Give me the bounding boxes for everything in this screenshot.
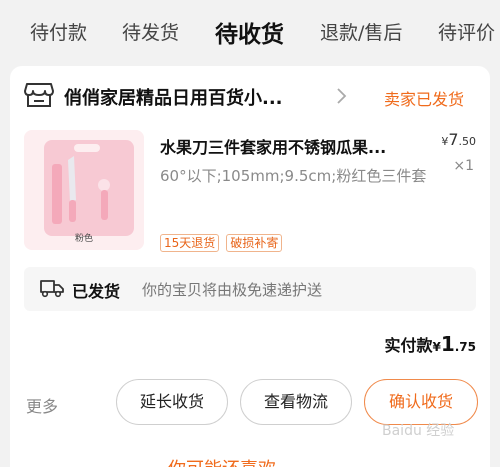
order-tabs: 待付款 待发货 待收货 退款/售后 待评价 xyxy=(0,0,500,66)
price-decimal: .50 xyxy=(458,135,477,148)
shop-icon xyxy=(24,83,54,107)
confirm-receipt-button[interactable]: 确认收货 xyxy=(364,379,478,425)
extend-receipt-button[interactable]: 延长收货 xyxy=(116,379,228,425)
tab-pending-payment[interactable]: 待付款 xyxy=(30,18,87,45)
service-tags: 15天退货 破损补寄 xyxy=(160,232,284,252)
tab-pending-shipment[interactable]: 待发货 xyxy=(122,18,179,45)
product-title[interactable]: 水果刀三件套家用不锈钢瓜果... xyxy=(160,134,386,158)
chevron-right-icon xyxy=(337,88,347,104)
tag-damage-resend: 破损补寄 xyxy=(226,234,283,252)
logistics-description: 你的宝贝将由极免速递护送 xyxy=(142,281,323,299)
product-thumbnail[interactable]: 粉色 xyxy=(24,130,144,250)
paid-amount: 实付款¥1.75 xyxy=(384,332,476,356)
shop-name[interactable]: 俏俏家居精品日用百货小... xyxy=(64,84,283,110)
logistics-bar[interactable]: 已发货 你的宝贝将由极免速递护送 xyxy=(24,267,476,311)
paid-currency: ¥ xyxy=(432,340,441,354)
tab-pending-receipt[interactable]: 待收货 xyxy=(215,15,284,49)
more-button[interactable]: 更多 xyxy=(26,393,58,417)
product-price: ¥7.50 xyxy=(441,130,476,149)
truck-icon xyxy=(40,280,64,298)
tab-pending-review[interactable]: 待评价 xyxy=(438,18,495,45)
shop-row[interactable]: 俏俏家居精品日用百货小... 卖家已发货 xyxy=(10,66,490,126)
paid-decimal: .75 xyxy=(454,340,476,354)
product-spec: 60°以下;105mm;9.5cm;粉红色三件套 xyxy=(160,167,427,185)
tag-return: 15天退货 xyxy=(160,234,220,252)
paid-integer: 1 xyxy=(440,332,455,356)
logistics-status: 已发货 xyxy=(72,282,121,301)
order-card: 俏俏家居精品日用百货小... 卖家已发货 粉色 水果刀三件套家用不锈钢瓜果...… xyxy=(10,66,490,467)
thumbnail-label: 粉色 xyxy=(74,234,93,244)
view-logistics-button[interactable]: 查看物流 xyxy=(240,379,352,425)
price-integer: 7 xyxy=(448,130,459,149)
product-quantity: ×1 xyxy=(453,158,474,174)
tab-refund-aftersale[interactable]: 退款/售后 xyxy=(320,18,402,45)
watermark: Baidu 经验 xyxy=(382,423,455,439)
order-status: 卖家已发货 xyxy=(384,90,465,109)
recommendation-heading: 你可能还喜欢 xyxy=(168,455,276,467)
paid-label: 实付款 xyxy=(384,336,433,355)
